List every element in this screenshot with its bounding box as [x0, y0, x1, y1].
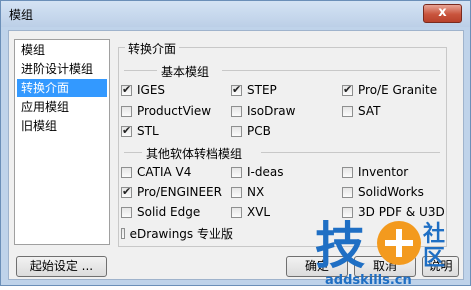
checkbox-label: STEP — [247, 83, 277, 97]
initial-settings-button[interactable]: 起始设定 ... — [16, 256, 107, 277]
sidebar-item-legacy[interactable]: 旧模组 — [17, 117, 107, 135]
svg-text:技: 技 — [315, 217, 365, 275]
checkbox-box[interactable] — [342, 105, 353, 117]
checkbox-box[interactable] — [342, 166, 353, 178]
checkbox-step[interactable]: ✔ STEP — [231, 83, 277, 97]
window-title: 模组 — [9, 8, 34, 22]
checkbox-box[interactable] — [231, 166, 242, 178]
checkbox-productview[interactable]: ProductView — [121, 104, 211, 118]
checkbox-label: Inventor — [358, 165, 409, 179]
divider — [222, 70, 440, 71]
checkbox-inventor[interactable]: Inventor — [342, 165, 408, 179]
watermark-logo-icon: 技 社 区 addskills.cn — [315, 217, 445, 288]
category-list[interactable]: 模组 进阶设计模组 转换介面 应用模组 旧模组 — [14, 39, 110, 245]
checkbox-nx[interactable]: NX — [231, 185, 264, 199]
checkbox-label: ProductView — [137, 104, 212, 118]
checkbox-box[interactable] — [231, 206, 242, 218]
divider — [124, 70, 159, 71]
check-icon: ✔ — [122, 123, 132, 137]
svg-text:社: 社 — [423, 221, 445, 247]
checkbox-label: STL — [137, 124, 159, 138]
checkbox-label: I-deas — [247, 165, 284, 179]
check-icon: ✔ — [343, 82, 353, 96]
checkbox-catia-v4[interactable]: CATIA V4 — [121, 165, 191, 179]
checkbox-sat[interactable]: SAT — [342, 104, 380, 118]
sidebar-item-applications[interactable]: 应用模组 — [17, 98, 107, 116]
site-watermark-logo: 技 社 区 addskills.cn — [313, 207, 463, 288]
checkbox-label: eDrawings 专业版 — [129, 227, 233, 241]
checkbox-label: Pro/E Granite — [358, 83, 438, 97]
check-icon: ✔ — [232, 82, 242, 96]
checkbox-box[interactable] — [231, 186, 242, 198]
checkbox-label: SolidWorks — [358, 185, 424, 199]
checkbox-solidworks[interactable]: SolidWorks — [342, 185, 424, 199]
checkbox-i-deas[interactable]: I-deas — [231, 165, 283, 179]
check-icon: ✔ — [122, 184, 132, 198]
group-title: 转换介面 — [125, 40, 180, 57]
checkbox-edrawings-pro[interactable]: eDrawings 专业版 — [121, 225, 233, 242]
checkbox-solid-edge[interactable]: Solid Edge — [121, 205, 200, 219]
checkbox-box[interactable] — [231, 125, 242, 137]
checkbox-xvl[interactable]: XVL — [231, 205, 270, 219]
svg-text:addskills.cn: addskills.cn — [325, 273, 412, 287]
close-icon: x — [438, 5, 447, 20]
checkbox-box[interactable]: ✔ — [121, 82, 132, 96]
checkbox-pro-engineer[interactable]: ✔ Pro/ENGINEER — [121, 185, 222, 199]
checkbox-box[interactable] — [121, 105, 132, 117]
checkbox-box[interactable] — [121, 206, 132, 218]
dialog-window: 模组 x 模组 进阶设计模组 转换介面 应用模组 旧模组 转换介面 基本模组 ✔… — [0, 0, 471, 288]
checkbox-label: SAT — [358, 104, 381, 118]
sidebar-item-advanced-design[interactable]: 进阶设计模组 — [17, 60, 107, 78]
check-icon: ✔ — [122, 82, 132, 96]
title-bar[interactable]: 模组 x — [1, 1, 470, 27]
checkbox-label: IGES — [137, 83, 166, 97]
svg-text:区: 区 — [423, 246, 445, 271]
divider — [261, 152, 440, 153]
checkbox-label: PCB — [247, 124, 271, 138]
checkbox-label: IsoDraw — [247, 104, 296, 118]
checkbox-label: NX — [247, 185, 265, 199]
checkbox-box[interactable]: ✔ — [342, 82, 353, 96]
close-button[interactable]: x — [423, 4, 462, 23]
checkbox-box[interactable]: ✔ — [231, 82, 242, 96]
other-modules-title: 其他软体转档模组 — [142, 145, 247, 162]
checkbox-box[interactable]: ✔ — [121, 184, 132, 198]
basic-modules-title: 基本模组 — [157, 63, 214, 80]
checkbox-label: CATIA V4 — [137, 165, 192, 179]
sidebar-item-modules[interactable]: 模组 — [17, 41, 107, 59]
checkbox-iges[interactable]: ✔ IGES — [121, 83, 165, 97]
checkbox-box[interactable]: ✔ — [121, 123, 132, 137]
checkbox-pro-e-granite[interactable]: ✔ Pro/E Granite — [342, 83, 437, 97]
divider — [124, 152, 144, 153]
checkbox-isodraw[interactable]: IsoDraw — [231, 104, 295, 118]
checkbox-pcb[interactable]: PCB — [231, 124, 271, 138]
checkbox-stl[interactable]: ✔ STL — [121, 124, 159, 138]
sidebar-item-interfaces[interactable]: 转换介面 — [17, 79, 107, 97]
checkbox-label: Solid Edge — [137, 205, 201, 219]
checkbox-box[interactable] — [121, 166, 132, 178]
checkbox-box[interactable] — [342, 186, 353, 198]
checkbox-box[interactable] — [231, 105, 242, 117]
checkbox-box[interactable] — [121, 228, 125, 239]
checkbox-label: XVL — [247, 205, 271, 219]
checkbox-label: Pro/ENGINEER — [137, 185, 222, 199]
